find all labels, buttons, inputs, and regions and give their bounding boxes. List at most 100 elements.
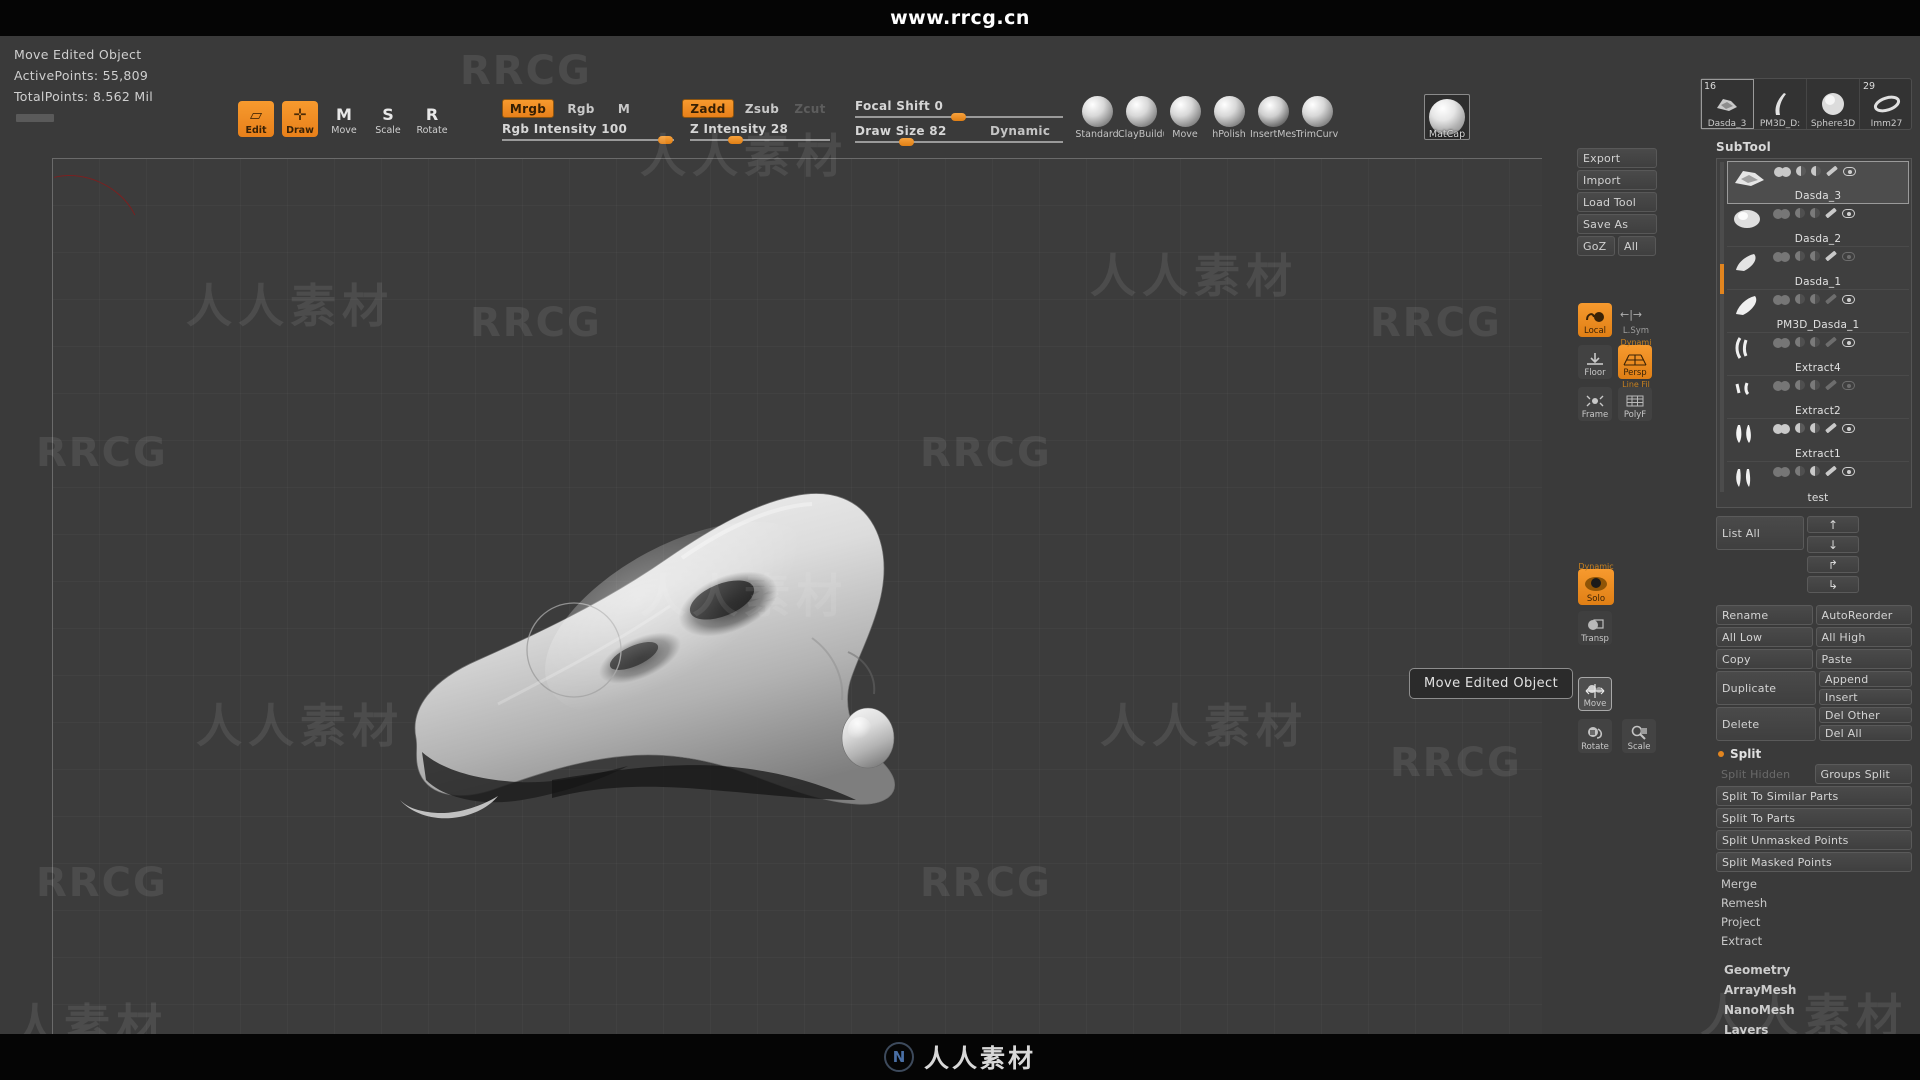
- subtool-eye-icon[interactable]: [1842, 208, 1855, 218]
- del-all-button[interactable]: Del All: [1819, 725, 1912, 741]
- z-intensity-track[interactable]: [690, 136, 830, 144]
- local-button[interactable]: Local: [1578, 303, 1612, 337]
- subtool-row-pm3d-dasda1[interactable]: PM3D_Dasda_1: [1727, 290, 1909, 333]
- subtool-visibility-icon[interactable]: [1773, 423, 1790, 434]
- dynamic-label[interactable]: Dynamic: [990, 124, 1050, 138]
- split-section-header[interactable]: Split: [1718, 747, 1920, 761]
- split-to-similar-parts-button[interactable]: Split To Similar Parts: [1716, 786, 1912, 806]
- subtool-row-icons[interactable]: [1773, 379, 1855, 391]
- subtool-polypaint-icon[interactable]: [1795, 337, 1805, 347]
- subtool-polypaint-icon[interactable]: [1795, 380, 1805, 390]
- append-button[interactable]: Append: [1819, 671, 1912, 687]
- all-low-button[interactable]: All Low: [1716, 627, 1813, 647]
- brush-hpolish[interactable]: hPolish: [1207, 96, 1251, 140]
- project-menu-item[interactable]: Project: [1716, 912, 1912, 931]
- subtool-polypaint-icon[interactable]: [1795, 251, 1805, 261]
- rgb-intensity-knob[interactable]: [658, 136, 673, 144]
- zcut-toggle[interactable]: Zcut: [790, 99, 830, 118]
- scale-button[interactable]: S Scale: [370, 101, 406, 137]
- remesh-menu-item[interactable]: Remesh: [1716, 893, 1912, 912]
- subtool-eye-icon[interactable]: [1842, 380, 1855, 390]
- subtool-visibility-icon[interactable]: [1773, 294, 1790, 305]
- subtool-mask-icon[interactable]: [1810, 466, 1820, 476]
- subtool-eye-icon[interactable]: [1842, 294, 1855, 304]
- tool-thumb-imm27[interactable]: 29 Imm27: [1860, 79, 1913, 129]
- subtool-row-extract1[interactable]: Extract1: [1727, 419, 1909, 462]
- z-intensity-knob[interactable]: [728, 136, 743, 144]
- subtool-list[interactable]: Dasda_3 Dasda_2 Dasda_1 PM3D_Dasda_1 Ext…: [1716, 158, 1912, 508]
- viewport-canvas[interactable]: [52, 158, 1542, 1034]
- zsub-toggle[interactable]: Zsub: [740, 99, 784, 118]
- subtool-polypaint-icon[interactable]: [1795, 294, 1805, 304]
- move-in-button[interactable]: ↳: [1807, 576, 1859, 593]
- goz-button[interactable]: GoZ: [1577, 236, 1615, 256]
- matcap-swatch[interactable]: MatCap: [1424, 94, 1470, 140]
- rename-button[interactable]: Rename: [1716, 605, 1813, 625]
- subtool-mask-icon[interactable]: [1810, 251, 1820, 261]
- move-gizmo-button[interactable]: Move: [1578, 677, 1612, 711]
- draw-size-knob[interactable]: [899, 138, 914, 146]
- subtool-mask-icon[interactable]: [1810, 423, 1820, 433]
- subtool-paint-icon[interactable]: [1825, 465, 1837, 477]
- subtool-eye-icon[interactable]: [1843, 166, 1856, 176]
- split-hidden-button[interactable]: Split Hidden: [1716, 764, 1812, 784]
- subtool-row-icons[interactable]: [1773, 250, 1855, 262]
- subtool-paint-icon[interactable]: [1825, 422, 1837, 434]
- brush-insertmesh[interactable]: InsertMes: [1250, 96, 1296, 140]
- merge-menu-item[interactable]: Merge: [1716, 874, 1912, 893]
- subtool-polypaint-icon[interactable]: [1796, 166, 1806, 176]
- subtool-row-extract2[interactable]: Extract2: [1727, 376, 1909, 419]
- duplicate-button[interactable]: Duplicate: [1716, 671, 1816, 705]
- export-button[interactable]: Export: [1577, 148, 1657, 168]
- subtool-row-extract4[interactable]: Extract4: [1727, 333, 1909, 376]
- save-as-button[interactable]: Save As: [1577, 214, 1657, 234]
- brush-standard[interactable]: Standard: [1075, 96, 1119, 140]
- transp-button[interactable]: Transp: [1578, 611, 1612, 645]
- subtool-paint-icon[interactable]: [1825, 293, 1837, 305]
- frame-button[interactable]: Frame: [1578, 387, 1612, 421]
- floor-button[interactable]: Floor: [1578, 345, 1612, 379]
- rotate-gizmo-button[interactable]: Rotate: [1578, 719, 1612, 753]
- sculpted-mesh[interactable]: [382, 408, 1082, 928]
- subtool-row-dasda2[interactable]: Dasda_2: [1727, 204, 1909, 247]
- geometry-menu-item[interactable]: Geometry: [1716, 960, 1912, 980]
- autoreorder-button[interactable]: AutoReorder: [1815, 605, 1912, 625]
- all-high-button[interactable]: All High: [1815, 627, 1912, 647]
- all-button[interactable]: All: [1618, 236, 1656, 256]
- subtool-eye-icon[interactable]: [1842, 423, 1855, 433]
- subtool-visibility-icon[interactable]: [1773, 251, 1790, 262]
- subtool-mask-icon[interactable]: [1811, 166, 1821, 176]
- delete-button[interactable]: Delete: [1716, 707, 1816, 741]
- focal-shift-track[interactable]: [855, 113, 1063, 121]
- zadd-toggle[interactable]: Zadd: [682, 99, 734, 118]
- draw-button[interactable]: ✛ Draw: [282, 101, 318, 137]
- rotate-button[interactable]: R Rotate: [414, 101, 450, 137]
- lsym-label[interactable]: L.Sym: [1616, 326, 1656, 336]
- persp-button[interactable]: Persp: [1618, 345, 1652, 379]
- polyf-button[interactable]: PolyF: [1618, 387, 1652, 421]
- nanomesh-menu-item[interactable]: NanoMesh: [1716, 1000, 1912, 1020]
- subtool-polypaint-icon[interactable]: [1795, 466, 1805, 476]
- subtool-row-dasda1[interactable]: Dasda_1: [1727, 247, 1909, 290]
- subtool-paint-icon[interactable]: [1825, 207, 1837, 219]
- list-all-button[interactable]: List All: [1716, 516, 1804, 550]
- subtool-visibility-icon[interactable]: [1773, 208, 1790, 219]
- move-button[interactable]: M Move: [326, 101, 362, 137]
- subtool-polypaint-icon[interactable]: [1795, 208, 1805, 218]
- subtool-visibility-icon[interactable]: [1773, 380, 1790, 391]
- rgb-toggle[interactable]: Rgb: [560, 99, 602, 118]
- subtool-row-icons[interactable]: [1773, 465, 1855, 477]
- extract-menu-item[interactable]: Extract: [1716, 931, 1912, 950]
- subtool-row-dasda3[interactable]: Dasda_3: [1727, 161, 1909, 204]
- subtool-row-icons[interactable]: [1773, 336, 1855, 348]
- subtool-eye-icon[interactable]: [1842, 466, 1855, 476]
- subtool-eye-icon[interactable]: [1842, 337, 1855, 347]
- m-toggle[interactable]: M: [612, 99, 636, 118]
- import-button[interactable]: Import: [1577, 170, 1657, 190]
- brush-trimcurve[interactable]: TrimCurv: [1295, 96, 1339, 140]
- subtool-row-icons[interactable]: [1773, 207, 1855, 219]
- solo-button[interactable]: Solo: [1578, 569, 1614, 605]
- groups-split-button[interactable]: Groups Split: [1814, 764, 1912, 784]
- subtool-polypaint-icon[interactable]: [1795, 423, 1805, 433]
- subtool-row-icons[interactable]: [1773, 293, 1855, 305]
